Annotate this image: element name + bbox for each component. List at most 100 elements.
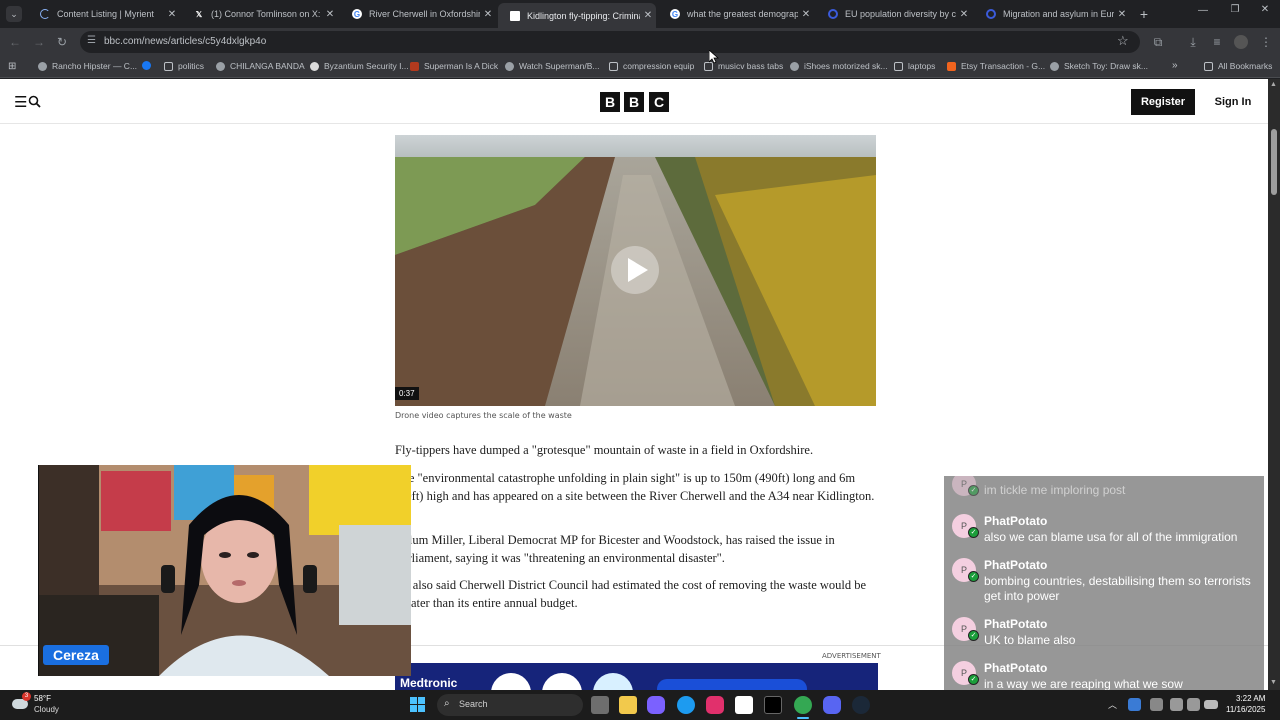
facebook-icon — [142, 61, 151, 70]
chat-username: PhatPotato — [984, 617, 1048, 631]
bookmark-item[interactable]: Rancho Hipster — C... — [38, 61, 137, 71]
google-icon: G — [670, 9, 680, 19]
minimize-button[interactable]: — — [1196, 5, 1210, 16]
close-icon[interactable]: ✕ — [164, 9, 180, 20]
network-icon[interactable] — [1170, 698, 1183, 711]
start-tile — [410, 697, 417, 704]
maximize-button[interactable]: ❐ — [1228, 4, 1242, 15]
file-explorer-icon[interactable] — [619, 696, 637, 714]
folder-icon — [609, 61, 618, 71]
steam-icon[interactable] — [852, 696, 870, 714]
tab-myrient[interactable]: Content Listing | Myrient ✕ — [28, 3, 180, 25]
back-button[interactable]: ← — [7, 34, 23, 50]
search-icon[interactable] — [28, 95, 41, 108]
folder-icon — [1204, 61, 1213, 71]
close-icon[interactable]: ✕ — [322, 9, 338, 20]
tab-search-button[interactable]: ⌄ — [6, 6, 22, 22]
close-icon[interactable]: ✕ — [798, 9, 814, 20]
downloads-icon[interactable]: ⤓ — [1185, 34, 1201, 50]
webcam-overlay: Cereza — [38, 465, 411, 676]
all-bookmarks[interactable]: All Bookmarks — [1204, 61, 1272, 71]
bbc-logo-c[interactable]: C — [649, 92, 669, 112]
bookmark-item[interactable] — [142, 61, 156, 70]
bookmark-item[interactable]: Etsy Transaction - G... — [947, 61, 1045, 71]
site-icon — [410, 61, 419, 71]
reload-button[interactable]: ↻ — [54, 34, 70, 50]
ad-cta[interactable] — [657, 679, 807, 690]
close-window-button[interactable]: ✕ — [1258, 4, 1272, 15]
bbc-logo-b1[interactable]: B — [600, 92, 620, 112]
microphone-icon[interactable] — [1150, 698, 1163, 711]
register-button[interactable]: Register — [1131, 89, 1195, 115]
signin-button[interactable]: Sign In — [1208, 89, 1258, 115]
chevron-right-icon[interactable]: » — [1172, 60, 1178, 71]
video-duration: 0:37 — [395, 387, 419, 400]
forward-button[interactable]: → — [31, 34, 47, 50]
profile-avatar[interactable] — [1234, 35, 1248, 49]
tab-eu-population[interactable]: EU population diversity by citi ✕ — [816, 3, 972, 25]
clock-date[interactable]: 11/16/2025 — [1226, 705, 1265, 714]
bookmark-folder[interactable]: compression equip — [609, 61, 694, 71]
search-icon: ⌕ — [444, 698, 450, 709]
bookmark-folder[interactable]: laptops — [894, 61, 935, 71]
bookmark-item[interactable]: CHILANGA BANDA — [216, 61, 305, 71]
video-player[interactable]: 0:37 — [395, 135, 876, 406]
tray-app-icon[interactable] — [1128, 698, 1141, 711]
page-scrollbar[interactable]: ▲ ▼ — [1268, 79, 1280, 690]
close-icon[interactable]: ✕ — [1114, 9, 1130, 20]
volume-icon[interactable] — [1187, 698, 1200, 711]
globe-icon — [790, 61, 799, 71]
close-icon[interactable]: ✕ — [956, 9, 972, 20]
scroll-up-arrow[interactable]: ▲ — [1270, 81, 1277, 88]
extensions-icon[interactable]: ⧉ — [1150, 34, 1166, 50]
tab-migration[interactable]: Migration and asylum in Europ ✕ — [974, 3, 1130, 25]
badge-icon: ✓ — [968, 674, 979, 685]
menu-search-icon[interactable]: ☰ — [14, 93, 27, 111]
close-icon[interactable]: ✕ — [480, 9, 496, 20]
close-icon[interactable]: ✕ — [640, 10, 656, 21]
apps-icon[interactable]: ⊞ — [8, 61, 16, 72]
task-view-icon[interactable] — [591, 696, 609, 714]
bookmark-item[interactable]: Watch Superman/B... — [505, 61, 599, 71]
bookmark-item[interactable]: Byzantium Security I... — [310, 61, 409, 71]
menu-icon[interactable]: ⋮ — [1258, 34, 1274, 50]
active-app-indicator — [797, 717, 809, 719]
new-tab-button[interactable]: + — [1136, 6, 1152, 22]
ad-circle — [491, 673, 531, 690]
scrollbar-thumb[interactable] — [1271, 129, 1277, 195]
loading-icon — [40, 9, 50, 19]
tray-chevron-icon[interactable]: ︿ — [1108, 698, 1117, 711]
taskbar-search[interactable]: ⌕ Search — [437, 694, 583, 716]
edge-icon[interactable] — [677, 696, 695, 714]
site-info-icon[interactable]: ☰ — [87, 35, 96, 46]
clock-time[interactable]: 3:22 AM — [1236, 694, 1265, 703]
tab-river-cherwell[interactable]: G River Cherwell in Oxfordshire ✕ — [340, 3, 496, 25]
battery-icon[interactable] — [1204, 700, 1218, 709]
bbc-logo-b2[interactable]: B — [624, 92, 644, 112]
advertisement-banner[interactable]: Medtronic — [395, 663, 878, 690]
bookmarks-bar: ⊞ Rancho Hipster — C... politics CHILANG… — [0, 56, 1280, 78]
weather-widget[interactable]: 3 58°F Cloudy — [10, 692, 80, 716]
bookmark-item[interactable]: iShoes motorized sk... — [790, 61, 888, 71]
windows-start-icon[interactable] — [410, 697, 426, 713]
discord-icon[interactable] — [823, 696, 841, 714]
address-bar[interactable]: ☰ bbc.com/news/articles/c5y4dxlgkp4o ☆ — [80, 31, 1140, 53]
tab-kidlington[interactable]: Kidlington fly-tipping: Criminal ✕ — [498, 3, 656, 28]
article-paragraph: The "environmental catastrophe unfolding… — [395, 471, 875, 503]
scroll-down-arrow[interactable]: ▼ — [1270, 679, 1277, 686]
copilot-icon[interactable] — [647, 696, 665, 714]
etsy-icon — [947, 61, 956, 71]
bookmark-item[interactable]: Sketch Toy: Draw sk... — [1050, 61, 1148, 71]
tab-demographic[interactable]: G what the greatest demographi ✕ — [658, 3, 814, 25]
bookmark-star-icon[interactable]: ☆ — [1117, 33, 1129, 49]
chrome-icon[interactable] — [794, 696, 812, 714]
amazon-icon[interactable] — [735, 696, 753, 714]
chat-text: UK to blame also — [984, 633, 1076, 647]
tab-x-connor[interactable]: 𝕏 (1) Connor Tomlinson on X: "A ✕ — [182, 3, 338, 25]
media-icon[interactable]: ≡ — [1209, 34, 1225, 50]
bookmark-folder[interactable]: politics — [164, 61, 204, 71]
instagram-icon[interactable] — [706, 696, 724, 714]
weather-desc: Cloudy — [34, 705, 59, 714]
bookmark-item[interactable]: Superman Is A Dick — [410, 61, 498, 71]
x-app-icon[interactable] — [764, 696, 782, 714]
